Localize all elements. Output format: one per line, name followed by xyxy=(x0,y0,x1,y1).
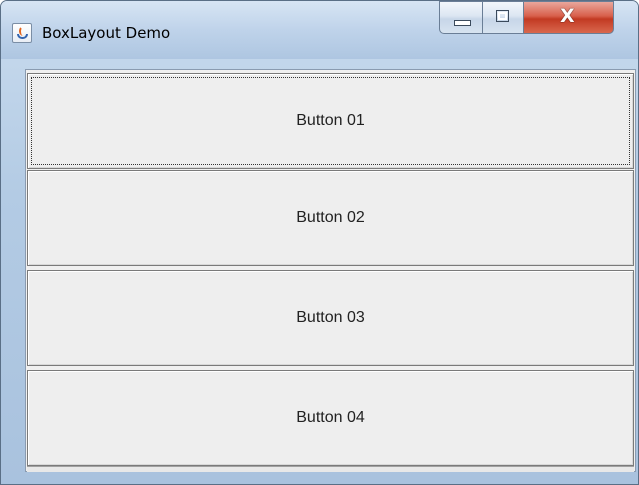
content-pane: Button 01 Button 02 Button 03 Button 04 xyxy=(25,69,636,472)
close-button[interactable]: X xyxy=(524,1,614,34)
window-bottom-edge xyxy=(27,466,634,472)
button-04[interactable]: Button 04 xyxy=(27,370,634,466)
window-title: BoxLayout Demo xyxy=(42,24,171,42)
button-02[interactable]: Button 02 xyxy=(27,170,634,266)
caption-buttons: X xyxy=(439,1,614,37)
close-icon: X xyxy=(560,5,575,27)
minimize-icon xyxy=(454,20,471,26)
app-window: BoxLayout Demo X Button 01 Button 02 But… xyxy=(0,0,639,485)
maximize-button[interactable] xyxy=(483,1,524,34)
minimize-button[interactable] xyxy=(439,1,483,34)
java-cup-icon[interactable] xyxy=(12,23,32,43)
title-bar[interactable]: BoxLayout Demo X xyxy=(1,1,638,59)
button-01[interactable]: Button 01 xyxy=(27,73,634,169)
maximize-icon xyxy=(496,10,509,22)
button-03[interactable]: Button 03 xyxy=(27,270,634,366)
